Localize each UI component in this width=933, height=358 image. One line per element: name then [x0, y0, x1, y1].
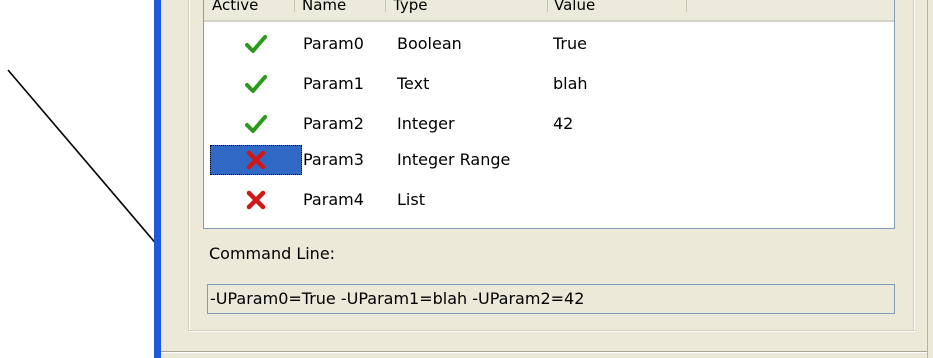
bottom-separator-highlight	[161, 352, 927, 353]
param-name: Param2	[303, 114, 364, 133]
command-line-field[interactable]: -UParam0=True -UParam1=blah -UParam2=42	[207, 284, 895, 314]
column-divider[interactable]	[686, 0, 687, 12]
group-frame-right-highlight	[914, 0, 915, 331]
check-icon	[245, 75, 267, 93]
list-row[interactable]: Param4 List	[204, 184, 894, 216]
column-divider[interactable]	[294, 0, 295, 12]
active-cell[interactable]	[210, 185, 302, 215]
param-name: Param3	[303, 150, 364, 169]
param-value: 42	[553, 114, 574, 133]
window-border	[154, 0, 161, 358]
check-icon	[245, 35, 267, 53]
check-icon	[245, 115, 267, 133]
list-row[interactable]: Param2 Integer 42	[204, 108, 894, 140]
active-cell[interactable]	[210, 109, 302, 139]
list-row[interactable]: Param0 Boolean True	[204, 28, 894, 60]
param-type: Text	[397, 74, 430, 93]
list-header: Active Name Type Value	[204, 0, 894, 22]
group-frame-bottom-highlight	[189, 331, 915, 332]
column-header-name[interactable]: Name	[302, 0, 382, 20]
param-type: Integer	[397, 114, 455, 133]
list-row-selected[interactable]: Param3 Integer Range	[204, 144, 894, 176]
param-value: blah	[553, 74, 588, 93]
cross-icon	[246, 190, 266, 210]
command-line-label: Command Line:	[209, 244, 336, 263]
column-header-type[interactable]: Type	[393, 0, 543, 20]
panel-divider	[927, 0, 928, 358]
param-type: List	[397, 190, 425, 209]
column-header-active[interactable]: Active	[212, 0, 292, 20]
active-cell[interactable]	[210, 29, 302, 59]
list-row[interactable]: Param1 Text blah	[204, 68, 894, 100]
param-type: Boolean	[397, 34, 462, 53]
param-value: True	[553, 34, 587, 53]
cross-icon	[246, 150, 266, 170]
active-cell[interactable]	[210, 145, 302, 175]
group-frame-highlight	[189, 0, 190, 331]
param-name: Param4	[303, 190, 364, 209]
column-divider[interactable]	[547, 0, 548, 12]
parameters-list[interactable]: Active Name Type Value Param0 Boolean Tr…	[203, 0, 895, 229]
param-type: Integer Range	[397, 150, 511, 169]
param-name: Param0	[303, 34, 364, 53]
column-header-value[interactable]: Value	[554, 0, 674, 20]
column-divider[interactable]	[385, 0, 386, 12]
param-name: Param1	[303, 74, 364, 93]
active-cell[interactable]	[210, 69, 302, 99]
